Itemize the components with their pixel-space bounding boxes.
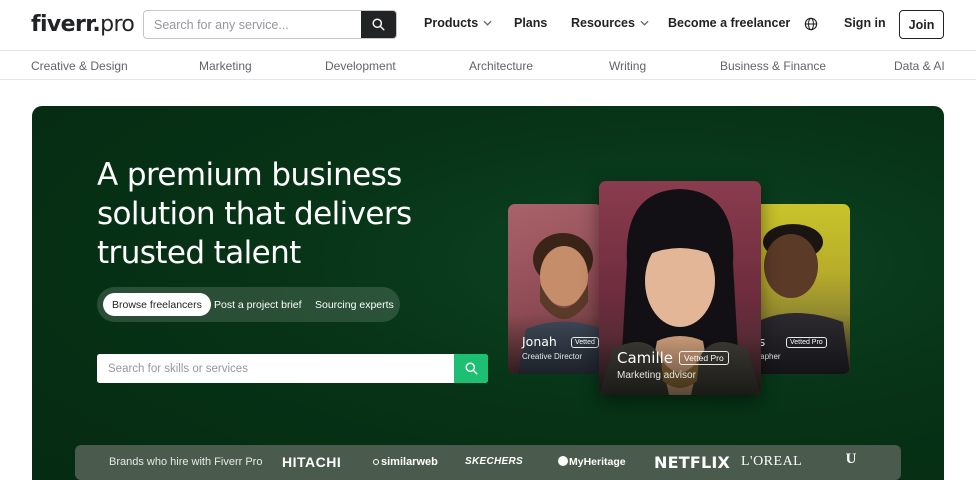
- hero-search: [97, 354, 488, 383]
- nav-plans-label: Plans: [514, 16, 548, 30]
- header-search-button[interactable]: [361, 11, 396, 38]
- category-bar: Creative & Design Marketing Development …: [0, 50, 976, 80]
- category-writing[interactable]: Writing: [609, 59, 646, 73]
- hero-headline: A premium business solution that deliver…: [97, 156, 412, 273]
- top-navigation: fiverr.pro Products Plans Resources Beco…: [0, 0, 976, 50]
- brand-logo-skechers: SKECHERS: [465, 456, 523, 467]
- nav-resources-label: Resources: [571, 16, 635, 30]
- nav-sign-in[interactable]: Sign in: [844, 16, 886, 30]
- chevron-down-icon: [640, 20, 649, 26]
- fiverr-pro-logo[interactable]: fiverr.pro: [31, 12, 135, 37]
- brand-logo-similarweb-text: similarweb: [381, 456, 438, 468]
- category-creative-design[interactable]: Creative & Design: [31, 59, 128, 73]
- logo-dot: .: [92, 12, 101, 37]
- category-development[interactable]: Development: [325, 59, 396, 73]
- similarweb-icon: [373, 459, 379, 465]
- search-icon: [372, 18, 385, 31]
- nav-plans[interactable]: Plans: [514, 16, 547, 30]
- hero-mode-toggle: Browse freelancers Post a project brief …: [97, 287, 400, 322]
- nav-resources[interactable]: Resources: [571, 16, 649, 30]
- hero-search-button[interactable]: [454, 354, 488, 383]
- search-icon: [464, 362, 478, 375]
- segment-post-project-brief[interactable]: Post a project brief: [205, 293, 311, 316]
- nav-sign-in-label: Sign in: [844, 16, 886, 30]
- category-marketing[interactable]: Marketing: [199, 59, 252, 73]
- brand-logo-myheritage: MyHeritage: [558, 456, 626, 468]
- freelancer-role: Creative Director: [522, 352, 583, 361]
- logo-suffix-text: pro: [100, 12, 135, 37]
- brands-strip: Brands who hire with Fiverr Pro HITACHI …: [75, 445, 901, 480]
- brands-label: Brands who hire with Fiverr Pro: [109, 456, 263, 468]
- vetted-badge: Vetted Pro: [786, 337, 827, 348]
- hero-headline-line-1: A premium business: [97, 157, 402, 193]
- nav-become-freelancer-label: Become a freelancer: [668, 16, 791, 30]
- hero-search-input[interactable]: [97, 354, 454, 383]
- join-button[interactable]: Join: [899, 10, 944, 39]
- segment-sourcing-experts[interactable]: Sourcing experts: [306, 293, 403, 316]
- globe-icon[interactable]: [804, 17, 818, 31]
- freelancer-card-camille[interactable]: Camille Vetted Pro Marketing advisor: [599, 181, 761, 395]
- freelancer-card-right[interactable]: es Vetted Pro grapher: [753, 204, 850, 374]
- logo-brand-text: fiverr: [31, 12, 93, 37]
- brand-logo-netflix: NETFLIX: [654, 453, 731, 472]
- hero-headline-line-2: solution that delivers: [97, 196, 412, 232]
- vetted-pro-badge: Vetted Pro: [679, 351, 729, 365]
- nav-become-freelancer[interactable]: Become a freelancer: [668, 16, 790, 30]
- freelancer-role: Marketing advisor: [617, 370, 696, 381]
- nav-products[interactable]: Products: [424, 16, 492, 30]
- brand-logo-myheritage-text: MyHeritage: [569, 456, 626, 468]
- header-search: [143, 10, 397, 39]
- brand-logo-unilever: U: [845, 451, 857, 467]
- vetted-badge: Vetted: [571, 337, 599, 348]
- hero-banner: A premium business solution that deliver…: [32, 106, 944, 480]
- nav-products-label: Products: [424, 16, 479, 30]
- freelancer-card-jonah[interactable]: Jonah Vetted Creative Director: [508, 204, 602, 374]
- chevron-down-icon: [483, 20, 492, 26]
- myheritage-icon: [558, 456, 568, 466]
- brand-logo-similarweb: similarweb: [373, 456, 438, 468]
- brand-logo-loreal: L'OREAL: [741, 454, 803, 469]
- segment-browse-freelancers[interactable]: Browse freelancers: [103, 293, 211, 316]
- header-search-input[interactable]: [144, 11, 361, 38]
- category-business-finance[interactable]: Business & Finance: [720, 59, 826, 73]
- hero-headline-line-3: trusted talent: [97, 235, 301, 271]
- category-data-ai[interactable]: Data & AI: [894, 59, 945, 73]
- freelancer-name: Camille: [617, 349, 674, 367]
- category-architecture[interactable]: Architecture: [469, 59, 533, 73]
- brand-logo-hitachi: HITACHI: [282, 454, 342, 470]
- freelancer-name: Jonah: [522, 334, 557, 349]
